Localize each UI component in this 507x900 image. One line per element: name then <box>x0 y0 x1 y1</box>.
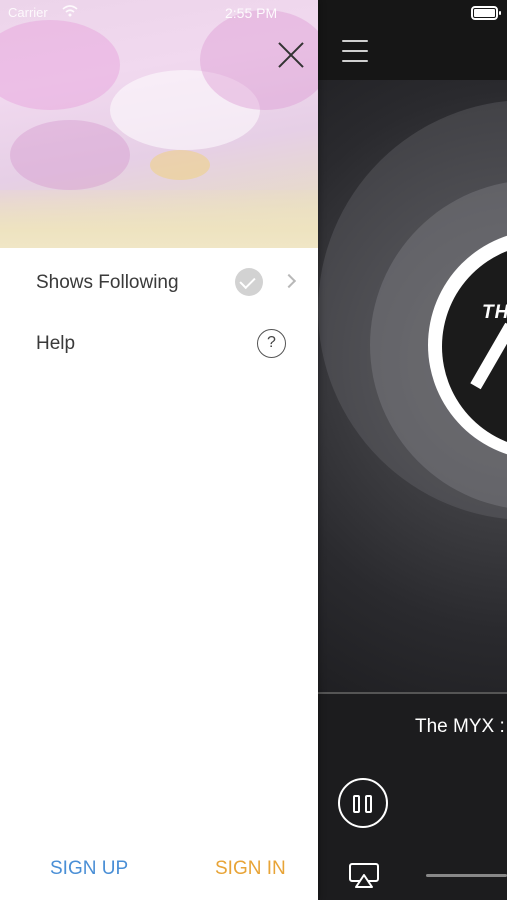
player-top-bar <box>318 0 507 80</box>
battery-icon <box>471 6 501 20</box>
sign-up-button[interactable]: SIGN UP <box>50 858 128 880</box>
now-playing-title: The MYX : <box>415 716 505 737</box>
menu-item-shows-following[interactable]: Shows Following <box>0 256 318 312</box>
menu-item-label: Help <box>36 333 76 354</box>
chevron-right-icon <box>281 273 297 289</box>
check-circle-icon <box>235 268 263 296</box>
station-logo-text: TH <box>482 302 507 323</box>
crowd-silhouette <box>0 190 318 248</box>
drawer-header-image: Carrier 2:55 PM <box>0 0 318 248</box>
wifi-icon <box>62 5 78 20</box>
airplay-icon[interactable] <box>348 862 380 888</box>
album-art: TH <box>318 80 507 692</box>
player-screen: TH The MYX : <box>318 0 507 900</box>
sign-in-button[interactable]: SIGN IN <box>215 858 286 880</box>
menu-item-help[interactable]: Help ? <box>0 317 318 373</box>
status-carrier: Carrier <box>8 5 48 20</box>
hamburger-menu-icon[interactable] <box>342 40 370 64</box>
side-drawer: Carrier 2:55 PM Shows Following Help ? S… <box>0 0 318 900</box>
status-time: 2:55 PM <box>225 5 278 21</box>
menu-item-label: Shows Following <box>36 272 179 293</box>
player-divider <box>318 692 507 694</box>
close-icon[interactable] <box>276 40 306 70</box>
volume-slider[interactable] <box>426 874 507 877</box>
pause-icon <box>353 795 360 813</box>
question-circle-icon: ? <box>257 329 286 358</box>
pause-button[interactable] <box>338 778 388 828</box>
